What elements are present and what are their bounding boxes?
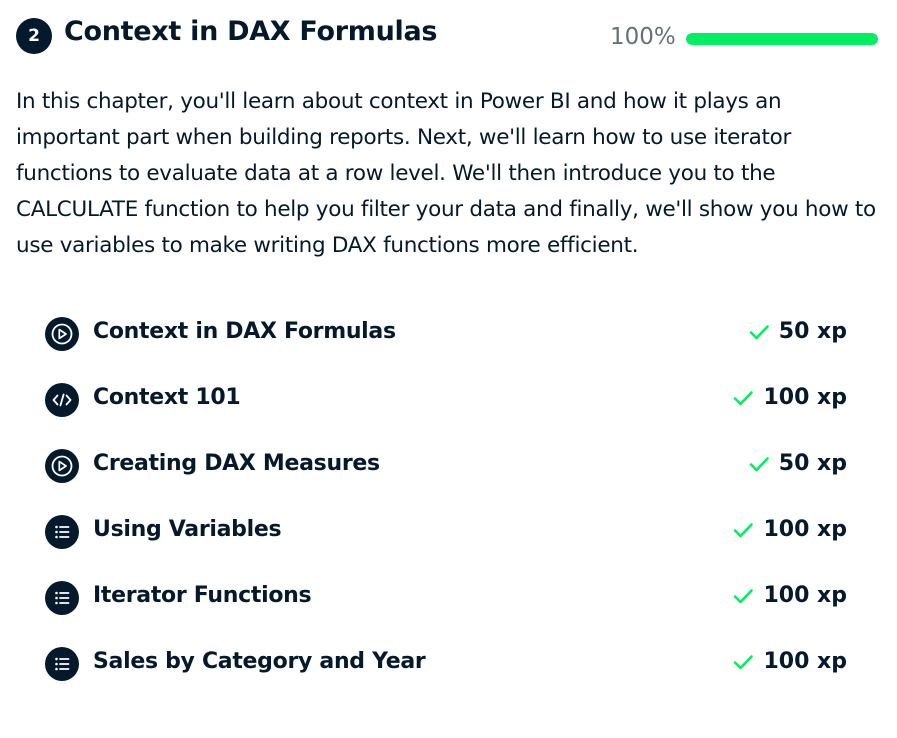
lesson-status: 100 xp [732, 583, 847, 608]
lesson-title[interactable]: Sales by Category and Year [93, 649, 426, 674]
lesson-row[interactable]: Using Variables 100 xp [45, 500, 853, 566]
xp-value: 100 xp [763, 583, 847, 608]
checkmark-icon [732, 519, 754, 541]
chapter-header: 2 Context in DAX Formulas 100% [16, 14, 882, 58]
lesson-row[interactable]: Context in DAX Formulas 50 xp [45, 302, 853, 368]
lesson-status: 50 xp [748, 451, 847, 476]
lesson-title[interactable]: Creating DAX Measures [93, 451, 380, 476]
video-play-icon [45, 317, 79, 351]
lesson-status: 100 xp [732, 385, 847, 410]
lesson-row[interactable]: Creating DAX Measures 50 xp [45, 434, 853, 500]
chapter-number-badge: 2 [16, 18, 52, 54]
xp-value: 50 xp [778, 319, 847, 344]
progress-bar-fill [686, 33, 878, 45]
lesson-title[interactable]: Using Variables [93, 517, 282, 542]
xp-value: 100 xp [763, 649, 847, 674]
lesson-title[interactable]: Context in DAX Formulas [93, 319, 396, 344]
list-icon [45, 581, 79, 615]
chapter-title[interactable]: Context in DAX Formulas [64, 16, 437, 47]
lesson-row[interactable]: Sales by Category and Year 100 xp [45, 632, 853, 698]
lesson-status: 100 xp [732, 517, 847, 542]
code-icon [45, 383, 79, 417]
list-icon [45, 515, 79, 549]
xp-value: 100 xp [763, 385, 847, 410]
lesson-list: Context in DAX Formulas 50 xp Context 101 1… [45, 302, 853, 698]
lesson-row[interactable]: Iterator Functions 100 xp [45, 566, 853, 632]
progress-bar [686, 33, 878, 45]
checkmark-icon [748, 453, 770, 475]
checkmark-icon [732, 651, 754, 673]
xp-value: 100 xp [763, 517, 847, 542]
lesson-title[interactable]: Context 101 [93, 385, 241, 410]
list-icon [45, 647, 79, 681]
xp-value: 50 xp [778, 451, 847, 476]
checkmark-icon [732, 585, 754, 607]
checkmark-icon [732, 387, 754, 409]
lesson-title[interactable]: Iterator Functions [93, 583, 312, 608]
lesson-status: 50 xp [748, 319, 847, 344]
progress-percentage: 100% [610, 24, 676, 50]
checkmark-icon [748, 321, 770, 343]
lesson-row[interactable]: Context 101 100 xp [45, 368, 853, 434]
lesson-status: 100 xp [732, 649, 847, 674]
video-play-icon [45, 449, 79, 483]
chapter-description: In this chapter, you'll learn about cont… [16, 89, 876, 258]
